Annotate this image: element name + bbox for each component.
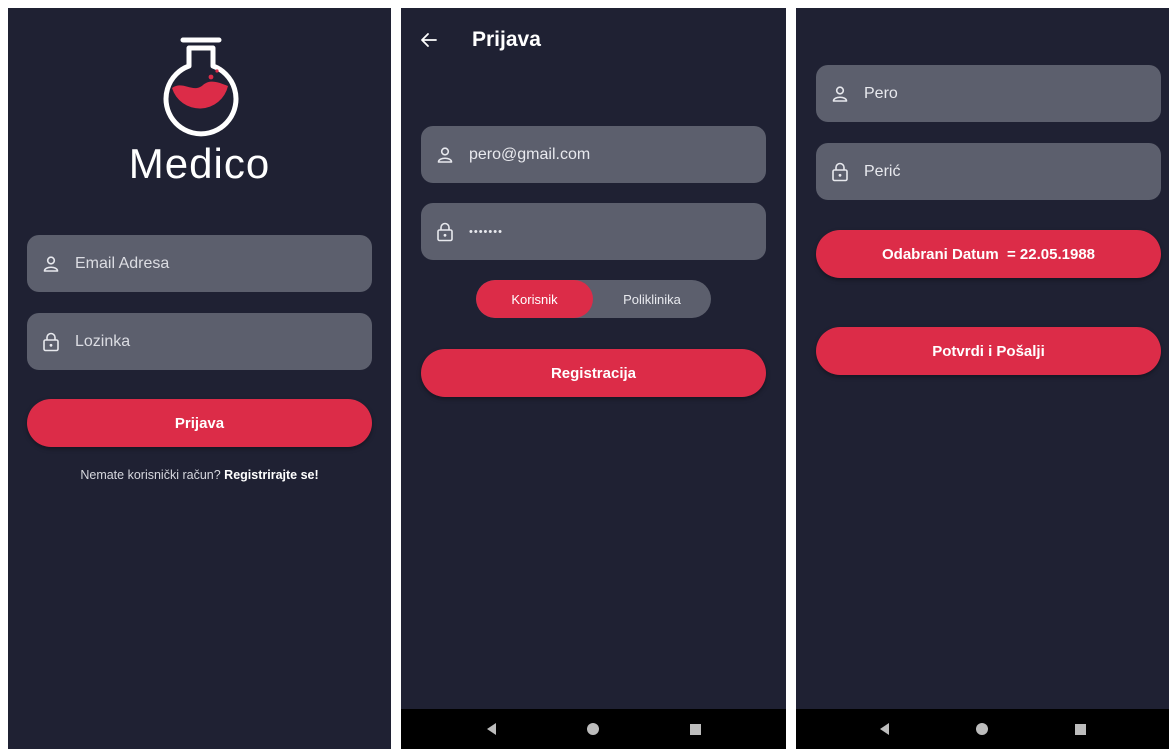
person-icon — [435, 145, 455, 165]
nav-recent-icon[interactable] — [1074, 723, 1086, 735]
lock-icon — [435, 222, 455, 242]
nav-home-icon[interactable] — [975, 723, 988, 735]
email-value: pero@gmail.com — [469, 145, 591, 163]
no-account-text: Nemate korisnički račun? — [80, 468, 221, 482]
page-title: Prijava — [472, 28, 541, 51]
person-icon — [41, 254, 61, 274]
password-placeholder: Lozinka — [75, 332, 131, 350]
password-field[interactable]: ••••••• — [421, 203, 766, 260]
role-option-korisnik[interactable]: Korisnik — [476, 280, 593, 318]
back-arrow-icon[interactable] — [419, 30, 439, 50]
person-icon — [830, 84, 850, 104]
first-name-value: Pero — [864, 84, 898, 102]
lock-icon — [830, 162, 850, 182]
register-link[interactable]: Registrirajte se! — [224, 468, 318, 482]
last-name-value: Perić — [864, 162, 901, 180]
details-screen: Pero Perić Odabrani Datum = 22.05.1988 P… — [796, 8, 1169, 749]
register-button[interactable]: Registracija — [421, 349, 766, 397]
logo-text: Medico — [128, 140, 271, 187]
register-prompt: Nemate korisnički račun? Registrirajte s… — [8, 468, 391, 482]
password-field[interactable]: Lozinka — [27, 313, 372, 370]
nav-back-icon[interactable] — [486, 723, 496, 735]
lock-icon — [41, 332, 61, 352]
nav-back-icon[interactable] — [879, 723, 889, 735]
role-option-poliklinika[interactable]: Poliklinika — [593, 280, 711, 318]
login-button[interactable]: Prijava — [27, 399, 372, 447]
android-nav-bar — [796, 709, 1169, 749]
submit-button[interactable]: Potvrdi i Pošalji — [816, 327, 1161, 375]
password-value: ••••••• — [469, 225, 503, 238]
date-picker-button[interactable]: Odabrani Datum = 22.05.1988 — [816, 230, 1161, 278]
last-name-field[interactable]: Perić — [816, 143, 1161, 200]
nav-home-icon[interactable] — [586, 723, 599, 735]
nav-recent-icon[interactable] — [689, 723, 701, 735]
email-placeholder: Email Adresa — [75, 254, 170, 272]
login-screen: Medico Email Adresa Lozinka Prijava Nema… — [8, 8, 391, 749]
email-field[interactable]: Email Adresa — [27, 235, 372, 292]
email-field[interactable]: pero@gmail.com — [421, 126, 766, 183]
register-screen: Prijava pero@gmail.com ••••••• Korisnik … — [401, 8, 786, 749]
role-toggle: Korisnik Poliklinika — [476, 280, 711, 318]
android-nav-bar — [401, 709, 786, 749]
first-name-field[interactable]: Pero — [816, 65, 1161, 122]
flask-logo-icon — [158, 22, 244, 142]
